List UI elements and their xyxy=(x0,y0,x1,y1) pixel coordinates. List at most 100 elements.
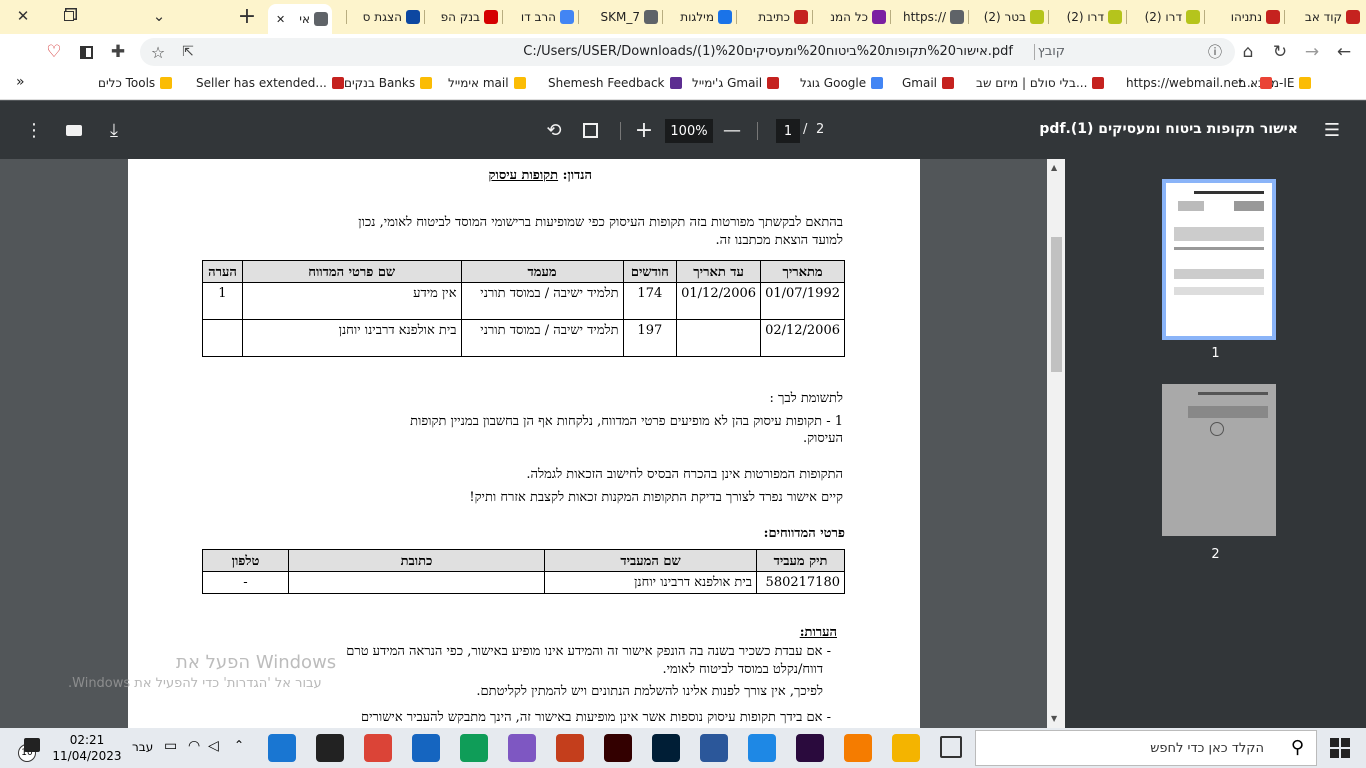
search-placeholder: הקלד כאן כדי לחפש xyxy=(1150,741,1264,756)
tab-14[interactable]: אי ✕ xyxy=(268,4,332,34)
photoshop-icon[interactable] xyxy=(652,734,680,762)
url-divider xyxy=(1034,44,1035,60)
thumbnail-page-1[interactable] xyxy=(1162,179,1276,340)
word-icon[interactable] xyxy=(700,734,728,762)
speaker-icon[interactable]: ◁ xyxy=(208,738,219,754)
puzzle-icon: ✚ xyxy=(110,42,126,62)
tab-9[interactable]: מילגות xyxy=(662,4,736,30)
copilot-icon[interactable] xyxy=(508,734,536,762)
page-number-input[interactable]: 1 xyxy=(776,119,800,143)
url-scheme-label: קובץ xyxy=(1037,44,1065,59)
bookmark-item[interactable]: Gmail xyxy=(902,76,955,90)
rotate-button[interactable]: ⟲ xyxy=(542,118,566,142)
address-bar[interactable]: ☆ ⇱ C:/Users/USER/Downloads/(1)%20אישור%… xyxy=(140,38,1235,66)
sidebar-toggle-button[interactable] xyxy=(74,40,98,64)
home-icon: ⌂ xyxy=(1242,42,1254,62)
fit-page-button[interactable] xyxy=(578,118,602,142)
photos-icon[interactable] xyxy=(268,734,296,762)
arrow-left-icon: ← xyxy=(1336,42,1352,62)
back-button[interactable]: ← xyxy=(1332,40,1356,64)
table-cell: 174 xyxy=(622,282,678,320)
share-icon[interactable]: ⇱ xyxy=(176,40,200,64)
tab-13[interactable]: הצגת ס xyxy=(346,4,424,30)
reload-button[interactable]: ↻ xyxy=(1268,40,1292,64)
vlc-icon[interactable] xyxy=(844,734,872,762)
scrollbar-thumb[interactable] xyxy=(1051,237,1062,372)
clock[interactable]: 02:21 11/04/2023 xyxy=(52,732,122,764)
show-hidden-icons-chevron-icon[interactable]: ⌃ xyxy=(234,738,244,752)
thumbnail-page-2[interactable] xyxy=(1162,384,1276,536)
remark-2-line-1: - אם בידך תקופות עיסוק נוספות אשר אינן מ… xyxy=(360,710,831,725)
tab-7[interactable]: כל המנ xyxy=(812,4,890,30)
start-button[interactable] xyxy=(1330,738,1350,758)
taskbar-search[interactable]: הקלד כאן כדי לחפש ⚲ xyxy=(975,730,1317,766)
tab-5[interactable]: (2) בטר xyxy=(968,4,1048,30)
thumbnail-label-1: 1 xyxy=(1211,346,1220,361)
explorer-icon[interactable] xyxy=(892,734,920,762)
bookmark-item[interactable]: בנקים Banks xyxy=(344,76,433,90)
table-cell xyxy=(288,571,545,594)
forward-button[interactable]: → xyxy=(1300,40,1324,64)
premiere-icon[interactable] xyxy=(796,734,824,762)
chrome-icon[interactable] xyxy=(364,734,392,762)
restore-window-button[interactable] xyxy=(46,0,92,32)
media-player-icon[interactable] xyxy=(316,734,344,762)
column-header: מתאריך xyxy=(760,260,845,283)
column-header: שם המעביד xyxy=(544,549,757,572)
info-icon[interactable]: ⓘ xyxy=(1203,40,1227,64)
scroll-up-arrow[interactable]: ▲ xyxy=(1051,163,1057,172)
mail-icon[interactable] xyxy=(748,734,776,762)
column-header: טלפון xyxy=(202,549,289,572)
tab-8[interactable]: כתיבת xyxy=(736,4,812,30)
tab-1[interactable]: קוד אב xyxy=(1284,4,1364,30)
bookmark-item[interactable]: ג'ימייל Gmail xyxy=(692,76,780,90)
reporters-table: תיק מעביד שם המעביד כתובת טלפון 580217180 בי… xyxy=(202,549,845,594)
print-button[interactable] xyxy=(62,118,86,142)
tab-11[interactable]: הרב דו xyxy=(502,4,578,30)
bookmark-item[interactable]: כלים Tools xyxy=(98,76,173,90)
zoom-in-button[interactable]: + xyxy=(632,118,656,143)
close-tab-icon[interactable]: ✕ xyxy=(276,13,285,26)
download-button[interactable]: ⤓ xyxy=(102,118,126,142)
bookmark-item[interactable]: גוגל Google xyxy=(800,76,884,90)
tab-search-button[interactable]: ⌄ xyxy=(136,0,182,32)
tab-12[interactable]: בנק הפ xyxy=(424,4,502,30)
scroll-down-arrow[interactable]: ▼ xyxy=(1051,714,1057,723)
language-indicator[interactable]: עבר xyxy=(132,740,153,754)
tab-2[interactable]: נתניהו xyxy=(1204,4,1284,30)
menu-button[interactable]: ☰ xyxy=(1320,118,1344,142)
illustrator-icon[interactable] xyxy=(604,734,632,762)
star-icon[interactable]: ☆ xyxy=(146,40,170,64)
home-button[interactable]: ⌂ xyxy=(1236,40,1260,64)
zoom-out-button[interactable]: — xyxy=(720,118,744,142)
url-text[interactable]: C:/Users/USER/Downloads/(1)%20אישור%20תק… xyxy=(523,44,1013,59)
extensions-button[interactable]: ✚ xyxy=(106,40,130,64)
periods-table-body: 01/07/1992 01/12/2006 174 תלמיד ישיבה / במו… xyxy=(202,282,845,357)
notification-icon[interactable] xyxy=(24,738,40,752)
bookmark-item[interactable]: אימייל mail xyxy=(448,76,526,90)
tab-favicon-icon xyxy=(872,10,886,24)
tab-3[interactable]: (2) דרו xyxy=(1126,4,1204,30)
extension-heart-icon[interactable]: ♡ xyxy=(42,40,66,64)
video-editor-icon[interactable] xyxy=(412,734,440,762)
wifi-icon[interactable]: ◠ xyxy=(188,738,200,754)
close-window-button[interactable]: ✕ xyxy=(0,0,46,32)
tab-separator xyxy=(890,10,891,24)
tab-6[interactable]: https:// xyxy=(890,4,968,30)
bookmark-item[interactable]: https://webmail.net... xyxy=(1126,76,1272,90)
zoom-input[interactable]: 100% xyxy=(665,119,713,143)
powerpoint-icon[interactable] xyxy=(556,734,584,762)
more-actions-button[interactable]: ⋮ xyxy=(22,118,46,142)
bookmark-item[interactable]: בלי סולם | מיזם שב... xyxy=(976,76,1105,90)
task-view-icon[interactable] xyxy=(940,736,962,758)
battery-icon[interactable]: ▭ xyxy=(164,738,177,754)
bookmark-item[interactable]: Seller has extended... xyxy=(196,76,344,90)
bookmarks-overflow-button[interactable]: » xyxy=(16,74,25,90)
tab-separator xyxy=(1126,10,1127,24)
tab-favicon-icon xyxy=(560,10,574,24)
bookmark-item[interactable]: Shemesh Feedback xyxy=(548,76,682,90)
tab-10[interactable]: SKM_7 xyxy=(578,4,662,30)
tab-4[interactable]: (2) דרו xyxy=(1048,4,1126,30)
edge-icon[interactable] xyxy=(460,734,488,762)
new-tab-button[interactable]: + xyxy=(224,0,270,32)
